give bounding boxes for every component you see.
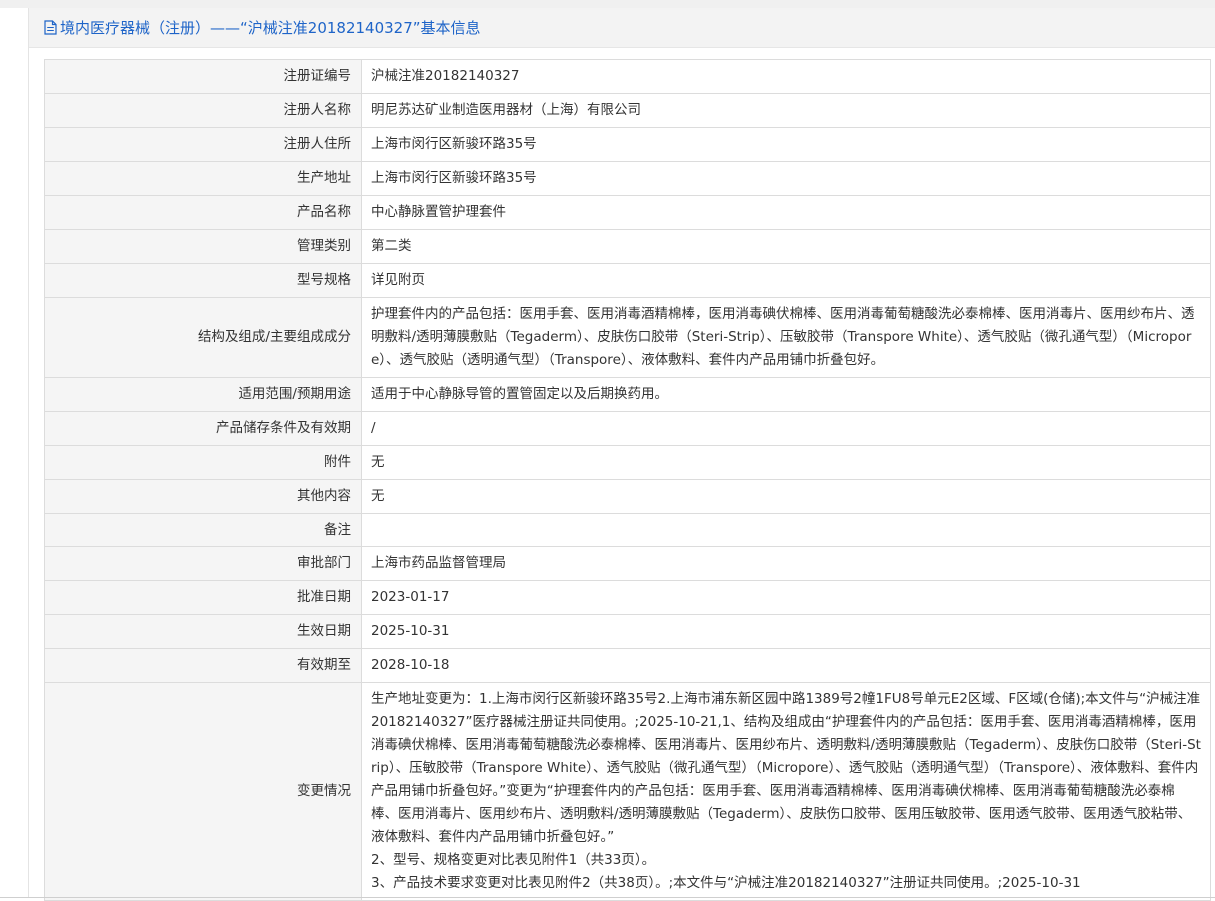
top-strip	[0, 0, 1215, 8]
row-label: 批准日期	[44, 580, 362, 615]
table-row-change-history: 变更情况 生产地址变更为：1.上海市闵行区新骏环路35号2.上海市浦东新区园中路1…	[44, 682, 1211, 901]
registration-info-table: 注册证编号 沪械注准20182140327 注册人名称 明尼苏达矿业制造医用器材（上海…	[44, 59, 1211, 901]
table-row: 生效日期 2025-10-31	[44, 614, 1211, 649]
row-value: 适用于中心静脉导管的置管固定以及后期换药用。	[361, 377, 1211, 412]
table-row: 产品储存条件及有效期 /	[44, 411, 1211, 446]
table-row: 批准日期 2023-01-17	[44, 580, 1211, 615]
row-value: 上海市药品监督管理局	[361, 546, 1211, 581]
row-value: 护理套件内的产品包括：医用手套、医用消毒酒精棉棒，医用消毒碘伏棉棒、医用消毒葡萄…	[361, 297, 1211, 378]
row-value: /	[361, 411, 1211, 446]
document-icon	[44, 20, 57, 35]
row-label: 产品名称	[44, 195, 362, 230]
row-value: 详见附页	[361, 263, 1211, 298]
row-label: 附件	[44, 445, 362, 480]
row-label: 生效日期	[44, 614, 362, 649]
info-table-body: 注册证编号 沪械注准20182140327 注册人名称 明尼苏达矿业制造医用器材（上海…	[44, 59, 1211, 901]
table-row: 产品名称 中心静脉置管护理套件	[44, 195, 1211, 230]
table-row: 有效期至 2028-10-18	[44, 648, 1211, 683]
table-row: 注册人名称 明尼苏达矿业制造医用器材（上海）有限公司	[44, 93, 1211, 128]
row-value: 2025-10-31	[361, 614, 1211, 649]
table-row: 附件无	[44, 445, 1211, 480]
change-history-line: 3、产品技术要求变更对比表见附件2（共38页）。;本文件与“沪械注准201821…	[371, 875, 1081, 891]
table-row: 备注	[44, 513, 1211, 547]
row-label: 审批部门	[44, 546, 362, 581]
row-label: 备注	[44, 513, 362, 547]
row-value: 2023-01-17	[361, 580, 1211, 615]
panel-title-text: 境内医疗器械（注册）——“沪械注准20182140327”基本信息	[60, 19, 481, 37]
table-row: 注册证编号 沪械注准20182140327	[44, 59, 1211, 94]
row-label: 结构及组成/主要组成成分	[44, 297, 362, 378]
info-panel: 境内医疗器械（注册）——“沪械注准20182140327”基本信息 注册证编号沪…	[28, 8, 1215, 901]
row-value: 中心静脉置管护理套件	[361, 195, 1211, 230]
table-row: 结构及组成/主要组成成分 护理套件内的产品包括：医用手套、医用消毒酒精棉棒，医用消…	[44, 297, 1211, 378]
row-label: 其他内容	[44, 479, 362, 514]
row-value	[361, 513, 1211, 547]
panel-header: 境内医疗器械（注册）——“沪械注准20182140327”基本信息	[29, 8, 1215, 48]
change-history-line: 生产地址变更为：1.上海市闵行区新骏环路35号2.上海市浦东新区园中路1389号…	[371, 691, 1201, 845]
table-row: 其他内容无	[44, 479, 1211, 514]
table-row: 型号规格 详见附页	[44, 263, 1211, 298]
row-value: 明尼苏达矿业制造医用器材（上海）有限公司	[361, 93, 1211, 128]
row-label: 注册人名称	[44, 93, 362, 128]
panel-title: 境内医疗器械（注册）——“沪械注准20182140327”基本信息	[44, 17, 481, 38]
row-label: 生产地址	[44, 161, 362, 196]
row-label: 变更情况	[44, 682, 362, 901]
table-row: 适用范围/预期用途 适用于中心静脉导管的置管固定以及后期换药用。	[44, 377, 1211, 412]
table-row: 审批部门 上海市药品监督管理局	[44, 546, 1211, 581]
row-value: 无	[361, 479, 1211, 514]
row-value: 2028-10-18	[361, 648, 1211, 683]
change-history-line: 2、型号、规格变更对比表见附件1（共33页）。	[371, 852, 656, 868]
row-value: 上海市闵行区新骏环路35号	[361, 127, 1211, 162]
row-label: 注册人住所	[44, 127, 362, 162]
row-label: 有效期至	[44, 648, 362, 683]
row-label: 注册证编号	[44, 59, 362, 94]
row-label: 适用范围/预期用途	[44, 377, 362, 412]
table-row: 管理类别 第二类	[44, 229, 1211, 264]
row-value: 第二类	[361, 229, 1211, 264]
table-row: 注册人住所 上海市闵行区新骏环路35号	[44, 127, 1211, 162]
table-row: 生产地址 上海市闵行区新骏环路35号	[44, 161, 1211, 196]
row-value: 沪械注准20182140327	[361, 59, 1211, 94]
row-value: 无	[361, 445, 1211, 480]
change-history-value: 生产地址变更为：1.上海市闵行区新骏环路35号2.上海市浦东新区园中路1389号…	[361, 682, 1211, 901]
row-label: 型号规格	[44, 263, 362, 298]
row-label: 产品储存条件及有效期	[44, 411, 362, 446]
row-value: 上海市闵行区新骏环路35号	[361, 161, 1211, 196]
row-label: 管理类别	[44, 229, 362, 264]
